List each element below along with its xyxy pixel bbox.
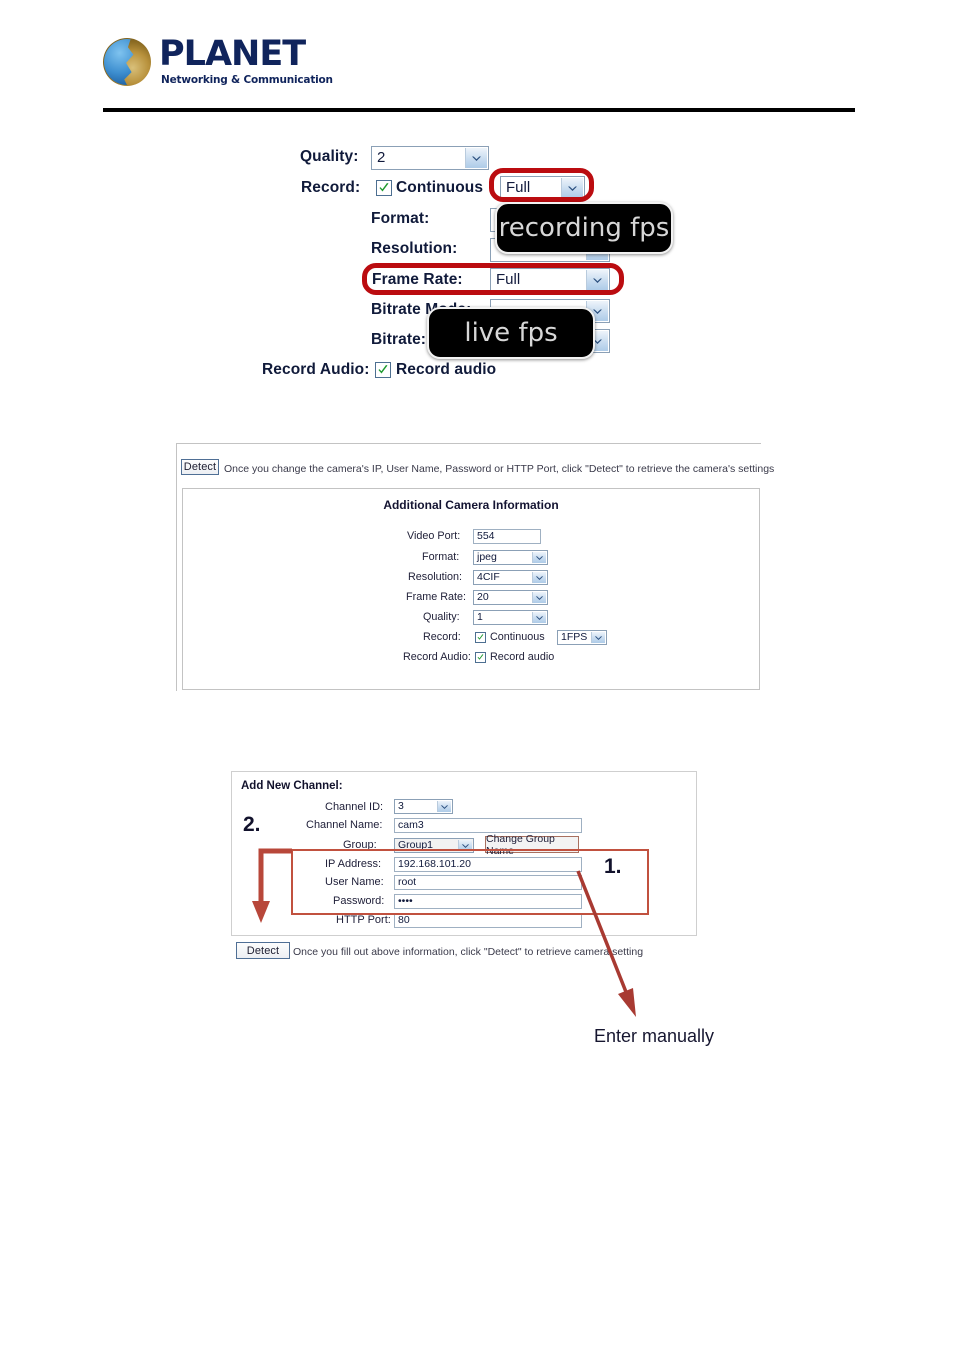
chevron-down-icon (437, 801, 451, 812)
channel-name-input[interactable]: cam3 (394, 818, 582, 833)
step-2-marker: 2. (243, 813, 261, 836)
http-port-input[interactable]: 80 (394, 913, 582, 928)
channel-name-label: Channel Name: (306, 819, 383, 831)
http-port-label: HTTP Port: (336, 914, 391, 926)
channel-id-label: Channel ID: (325, 801, 384, 813)
add-new-channel-heading: Add New Channel: (241, 780, 343, 792)
add-new-channel-section: Add New Channel: 2. 1. Channel ID: 3 Cha… (0, 0, 954, 1350)
channel-id-select[interactable]: 3 (394, 799, 453, 814)
detect-hint-text: Once you fill out above information, cli… (293, 946, 644, 958)
enter-manually-label: Enter manually (594, 1026, 715, 1046)
channel-id-select-value: 3 (398, 800, 404, 812)
detect-button[interactable]: Detect (236, 942, 290, 959)
credentials-highlight (291, 849, 649, 915)
